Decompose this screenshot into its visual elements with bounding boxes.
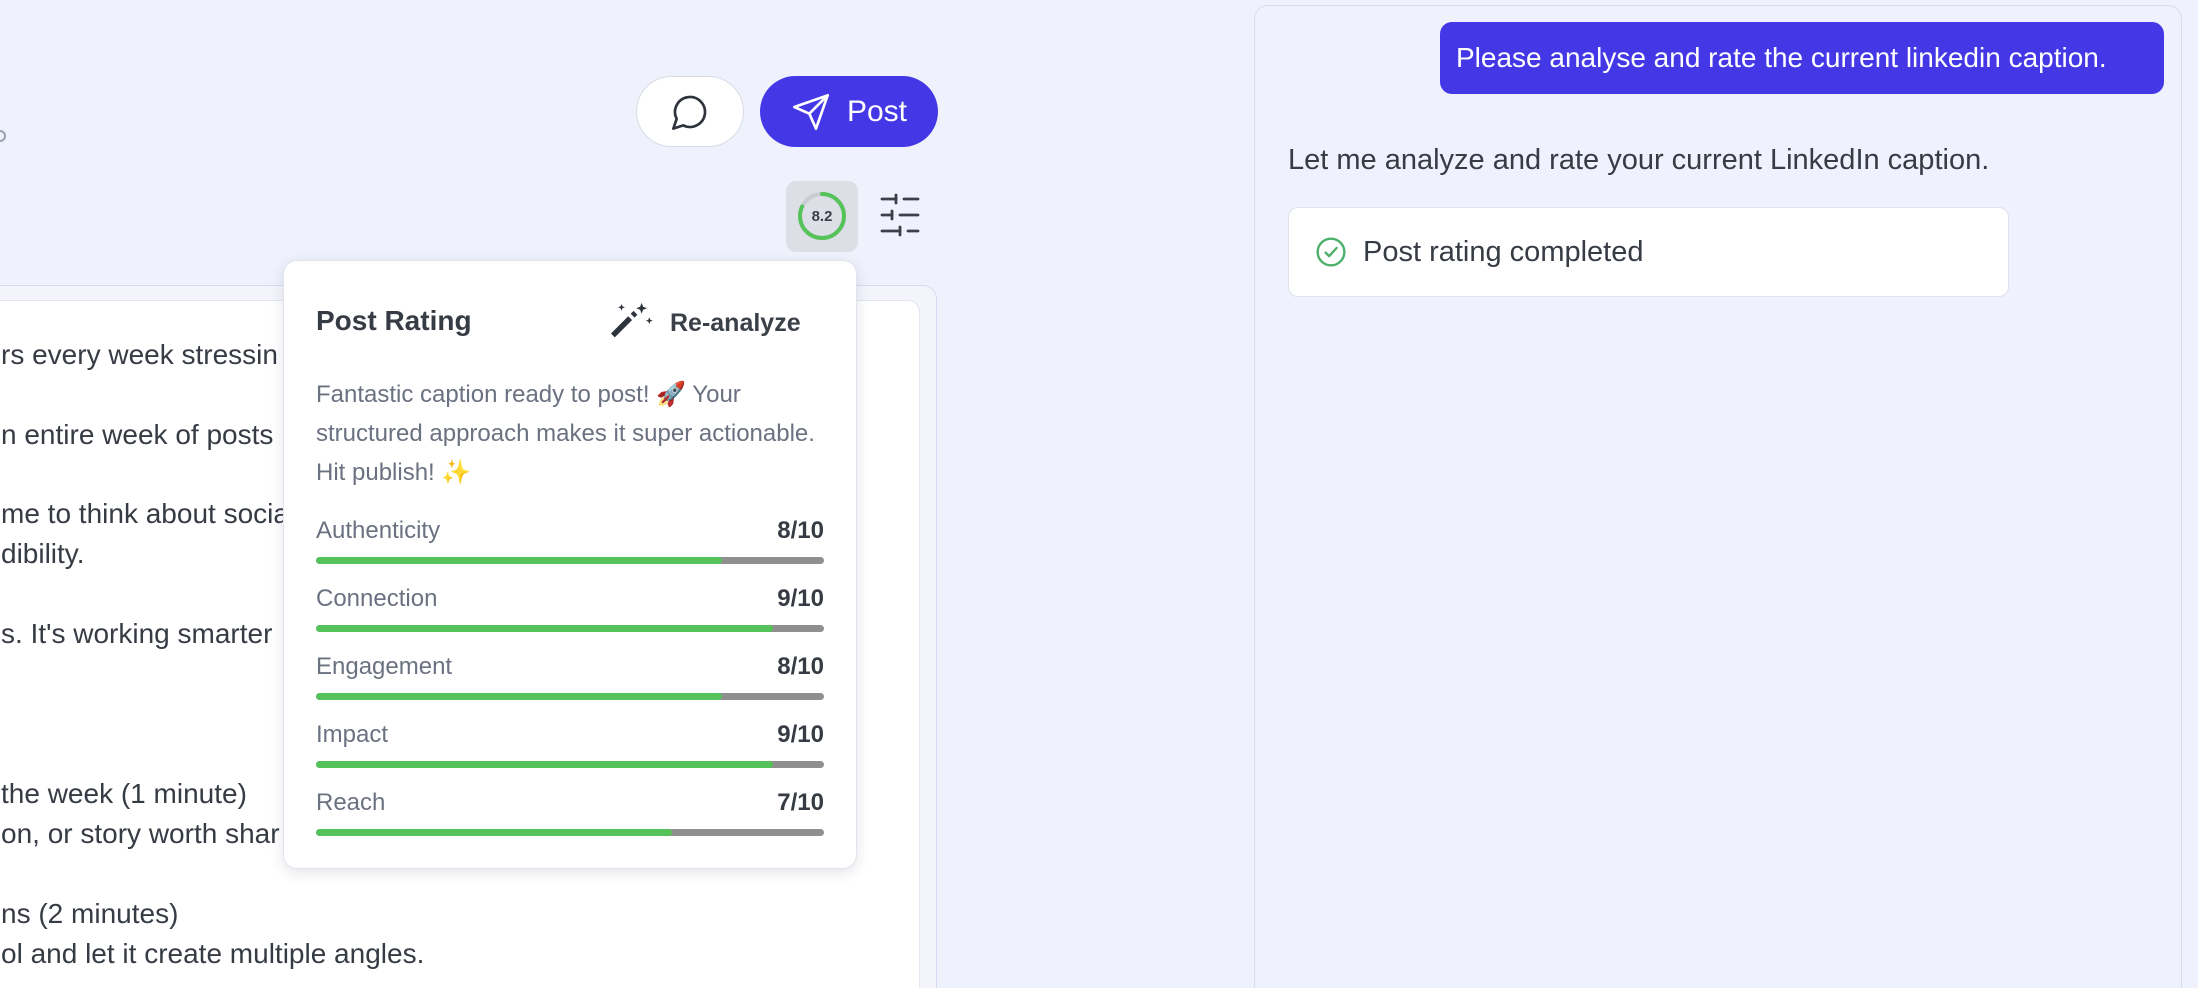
- sliders-icon: [880, 193, 920, 237]
- score-value: 8.2: [811, 208, 833, 225]
- paper-plane-icon: [792, 93, 829, 130]
- metric-label: Engagement: [316, 653, 453, 680]
- metric-score: 7/10: [777, 789, 824, 816]
- tool-status-card[interactable]: Post rating completed: [1288, 207, 2009, 297]
- magic-wand-icon: [610, 302, 653, 338]
- user-message: Please analyse and rate the current link…: [1440, 22, 2164, 94]
- metric-label: Connection: [316, 585, 438, 612]
- editor-line: me to think about socia: [1, 498, 289, 529]
- post-score-badge[interactable]: 8.2: [786, 181, 858, 252]
- metric-authenticity: Authenticity 8/10: [316, 517, 824, 564]
- metric-score: 8/10: [777, 653, 824, 680]
- editor-line: the week (1 minute): [1, 778, 247, 809]
- metric-bar: [316, 625, 824, 632]
- metric-label: Reach: [316, 789, 386, 816]
- comment-button[interactable]: [636, 76, 744, 147]
- metric-engagement: Engagement 8/10: [316, 653, 824, 700]
- editor-line: s. It's working smarter: [1, 618, 273, 649]
- rating-summary: Fantastic caption ready to post! 🚀 Your …: [316, 381, 815, 486]
- post-button-label: Post: [846, 94, 908, 128]
- check-circle-icon: [1316, 237, 1346, 267]
- metric-score: 9/10: [777, 721, 824, 748]
- status-text: Post rating completed: [1363, 235, 1644, 268]
- reanalyze-button[interactable]: Re-analyze: [610, 299, 801, 347]
- metric-bar-fill: [316, 625, 774, 632]
- editor-line: ns (2 minutes): [1, 898, 179, 929]
- metric-bar: [316, 693, 824, 700]
- metric-reach: Reach 7/10: [316, 789, 824, 836]
- reanalyze-label: Re-analyze: [670, 308, 801, 337]
- speech-bubble-icon: [672, 95, 707, 130]
- post-button[interactable]: Post: [760, 76, 938, 147]
- partial-icon: [0, 130, 6, 142]
- metric-bar-fill: [316, 829, 672, 836]
- metric-bar-fill: [316, 761, 774, 768]
- editor-line: n entire week of posts: [1, 419, 274, 450]
- rating-title: Post Rating: [316, 305, 472, 336]
- metric-bar: [316, 557, 824, 564]
- metric-connection: Connection 9/10: [316, 585, 824, 632]
- metric-bar: [316, 761, 824, 768]
- editor-line: on, or story worth shar: [1, 818, 280, 849]
- post-rating-popup: Post Rating Re-analyze Fantastic caption…: [283, 260, 857, 869]
- metric-score: 9/10: [777, 585, 824, 612]
- metric-bar-fill: [316, 693, 723, 700]
- metric-label: Authenticity: [316, 517, 441, 544]
- assistant-message: Let me analyze and rate your current Lin…: [1288, 144, 1990, 176]
- editor-line: dibility.: [1, 538, 85, 569]
- metric-bar-fill: [316, 557, 723, 564]
- settings-button[interactable]: [872, 187, 928, 243]
- metric-impact: Impact 9/10: [316, 721, 824, 768]
- editor-line: ol and let it create multiple angles.: [1, 938, 425, 969]
- metric-bar: [316, 829, 824, 836]
- metric-score: 8/10: [777, 517, 824, 544]
- editor-line: rs every week stressin: [1, 339, 278, 370]
- metric-label: Impact: [316, 721, 389, 748]
